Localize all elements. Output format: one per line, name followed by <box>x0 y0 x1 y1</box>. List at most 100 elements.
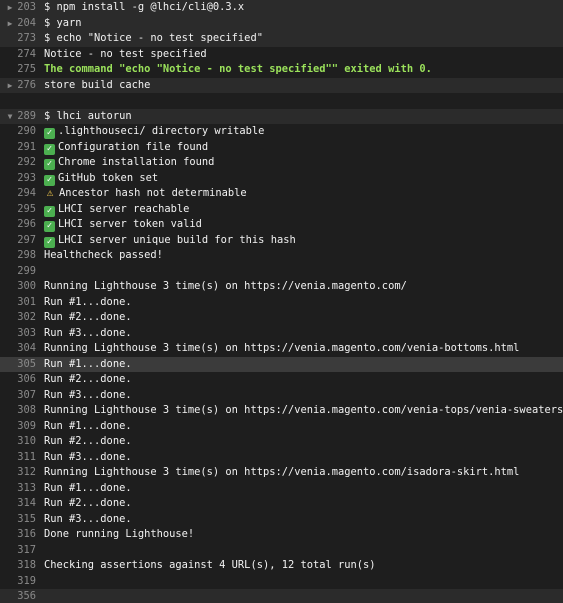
log-text: Run #3...done. <box>44 388 132 404</box>
line-number[interactable]: 317 <box>14 543 36 559</box>
line-number[interactable]: 293 <box>14 171 36 187</box>
log-text: Run #1...done. <box>44 295 132 311</box>
chevron-right-icon[interactable]: ▶ <box>6 78 14 94</box>
line-number[interactable]: 304 <box>14 341 36 357</box>
line-number[interactable]: 302 <box>14 310 36 326</box>
line-number[interactable]: 299 <box>14 264 36 280</box>
line-number[interactable]: 306 <box>14 372 36 388</box>
check-mark-icon: ✓ <box>44 128 55 139</box>
log-text: Running Lighthouse 3 time(s) on https://… <box>44 341 519 357</box>
log-line: 295 ✓ LHCI server reachable <box>0 202 563 218</box>
log-text: Notice - no test specified <box>44 47 207 63</box>
log-line: 315 Run #3...done. <box>0 512 563 528</box>
log-message: $ npm install -g @lhci/cli@0.3.x <box>44 1 245 13</box>
log-message: Run #3...done. <box>44 388 132 401</box>
line-number[interactable]: 274 <box>14 47 36 63</box>
log-message: Run #2...done. <box>44 497 132 509</box>
line-number[interactable]: 291 <box>14 140 36 156</box>
log-message: Run #2...done. <box>44 311 132 323</box>
chevron-down-icon[interactable]: ▼ <box>6 109 14 125</box>
line-number[interactable]: 307 <box>14 388 36 404</box>
log-line: 300 Running Lighthouse 3 time(s) on https… <box>0 279 563 295</box>
line-number[interactable]: 203 <box>14 0 36 16</box>
log-text: ✓ .lighthouseci/ directory writable <box>44 124 264 140</box>
log-message: Running Lighthouse 3 time(s) on https://… <box>44 280 407 292</box>
log-message: Notice - no test specified <box>44 47 207 60</box>
log-message: Run #1...done. <box>44 419 132 432</box>
line-number[interactable]: 308 <box>14 403 36 419</box>
log-line: 297 ✓ LHCI server unique build for this ha… <box>0 233 563 249</box>
line-number[interactable]: 295 <box>14 202 36 218</box>
line-number[interactable]: 313 <box>14 481 36 497</box>
log-text: ✓ LHCI server unique build for this hash <box>44 233 296 249</box>
log-command-row[interactable]: ▶ 276 store build cache <box>0 77 563 94</box>
line-number[interactable]: 318 <box>14 558 36 574</box>
log-message: Ancestor hash not determinable <box>59 187 247 199</box>
line-number[interactable]: 316 <box>14 527 36 543</box>
log-message: Chrome installation found <box>58 156 215 168</box>
log-line: 313 Run #1...done. <box>0 481 563 497</box>
line-number[interactable]: 298 <box>14 248 36 264</box>
log-message: Run #1...done. <box>44 295 132 308</box>
log-message: Done running Lighthouse! <box>44 528 195 540</box>
line-number[interactable]: 310 <box>14 434 36 450</box>
log-message: Run #3...done. <box>44 326 132 339</box>
log-message: Running Lighthouse 3 time(s) on https://… <box>44 466 520 478</box>
chevron-right-icon[interactable]: ▶ <box>6 0 14 16</box>
log-line: 292 ✓ Chrome installation found <box>0 155 563 171</box>
line-number[interactable]: 356 <box>14 589 36 603</box>
line-number[interactable]: 319 <box>14 574 36 590</box>
log-text: $ npm install -g @lhci/cli@0.3.x <box>44 0 244 16</box>
line-number[interactable]: 305 <box>14 357 36 373</box>
log-text: Run #3...done. <box>44 326 132 342</box>
line-number[interactable]: 315 <box>14 512 36 528</box>
log-text: Run #1...done. <box>44 357 132 373</box>
log-line: 314 Run #2...done. <box>0 496 563 512</box>
line-number[interactable]: 275 <box>14 62 36 78</box>
log-line: 274 Notice - no test specified <box>0 47 563 63</box>
log-command-row[interactable]: ▼ 289 $ lhci autorun <box>0 108 563 125</box>
log-command-row[interactable]: 356 <box>0 589 563 603</box>
check-mark-icon: ✓ <box>44 174 55 186</box>
log-line: 294 ⚠ Ancestor hash not determinable <box>0 186 563 202</box>
line-number[interactable]: 301 <box>14 295 36 311</box>
log-line: 302 Run #2...done. <box>0 310 563 326</box>
line-number[interactable]: 276 <box>14 78 36 94</box>
log-text: Run #2...done. <box>44 434 132 450</box>
line-number[interactable]: 294 <box>14 186 36 202</box>
log-message: Run #3...done. <box>44 450 132 463</box>
log-message: Running Lighthouse 3 time(s) on https://… <box>44 342 520 354</box>
log-line: 301 Run #1...done. <box>0 295 563 311</box>
log-text: Run #1...done. <box>44 419 132 435</box>
line-number[interactable]: 309 <box>14 419 36 435</box>
line-number[interactable]: 289 <box>14 109 36 125</box>
log-text: Run #2...done. <box>44 372 132 388</box>
log-line: 311 Run #3...done. <box>0 450 563 466</box>
line-number[interactable]: 297 <box>14 233 36 249</box>
log-command-row[interactable]: ▶ 203 $ npm install -g @lhci/cli@0.3.x <box>0 0 563 16</box>
log-line: 312 Running Lighthouse 3 time(s) on https… <box>0 465 563 481</box>
line-number[interactable]: 300 <box>14 279 36 295</box>
line-number[interactable]: 290 <box>14 124 36 140</box>
log-text: ✓ LHCI server reachable <box>44 202 189 218</box>
line-number[interactable]: 204 <box>14 16 36 32</box>
log-message: $ echo "Notice - no test specified" <box>44 32 263 44</box>
log-message: .lighthouseci/ directory writable <box>58 125 265 137</box>
line-number[interactable]: 311 <box>14 450 36 466</box>
log-line: 291 ✓ Configuration file found <box>0 140 563 156</box>
log-command-row[interactable]: 273 $ echo "Notice - no test specified" <box>0 31 563 47</box>
log-message: Run #1...done. <box>44 357 132 370</box>
line-number[interactable]: 312 <box>14 465 36 481</box>
line-number[interactable]: 296 <box>14 217 36 233</box>
log-command-row[interactable]: ▶ 204 $ yarn <box>0 15 563 32</box>
line-number[interactable]: 303 <box>14 326 36 342</box>
log-line: 305 Run #1...done. <box>0 356 563 373</box>
log-message: Healthcheck passed! <box>44 249 163 261</box>
log-text: ✓ LHCI server token valid <box>44 217 202 233</box>
log-message: LHCI server token valid <box>58 218 202 230</box>
chevron-right-icon[interactable]: ▶ <box>6 16 14 32</box>
line-number[interactable]: 292 <box>14 155 36 171</box>
log-line: 290 ✓ .lighthouseci/ directory writable <box>0 124 563 140</box>
line-number[interactable]: 314 <box>14 496 36 512</box>
line-number[interactable]: 273 <box>14 31 36 47</box>
